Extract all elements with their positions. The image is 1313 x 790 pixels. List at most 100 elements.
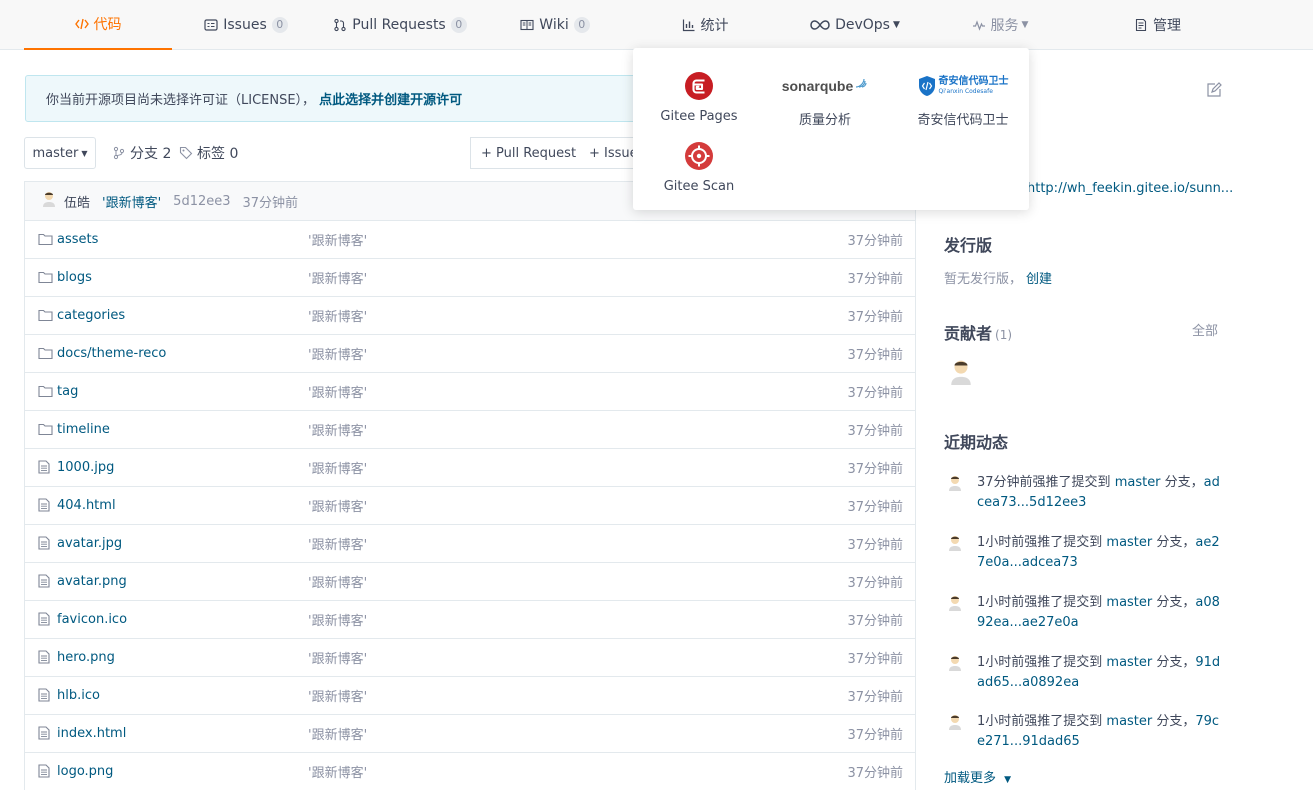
tab-wiki[interactable]: Wiki 0 [510, 0, 600, 49]
tab-label: Pull Requests [352, 16, 446, 33]
file-row[interactable]: assets '跟新博客' 37分钟前 [24, 221, 916, 259]
service-gitee-scan[interactable]: Gitee Scan [633, 138, 765, 194]
new-pull-request-button[interactable]: + Pull Request [470, 137, 588, 169]
tab-issues[interactable]: Issues 0 [196, 0, 296, 49]
commit-message[interactable]: '跟新博客' [102, 192, 161, 211]
file-row[interactable]: categories '跟新博客' 37分钟前 [24, 297, 916, 335]
load-more-label: 加载更多 [944, 771, 997, 786]
file-row[interactable]: docs/theme-reco '跟新博客' 37分钟前 [24, 335, 916, 373]
file-commit-message[interactable]: '跟新博客' [308, 420, 367, 439]
file-name[interactable]: favicon.ico [57, 612, 127, 627]
file-name[interactable]: hlb.ico [57, 688, 100, 703]
file-commit-time: 37分钟前 [847, 462, 903, 477]
load-more-link[interactable]: 加载更多 ▼ [944, 767, 1011, 786]
avatar[interactable] [42, 191, 56, 211]
file-name[interactable]: categories [57, 308, 125, 323]
avatar[interactable] [948, 535, 962, 555]
file-name[interactable]: index.html [57, 726, 126, 741]
avatar[interactable] [948, 595, 962, 615]
activity-branch-link[interactable]: master [1106, 595, 1152, 610]
file-row[interactable]: index.html '跟新博客' 37分钟前 [24, 715, 916, 753]
website-link[interactable]: http://wh_feekin.gitee.io/sunn... [1027, 181, 1233, 196]
file-row[interactable]: timeline '跟新博客' 37分钟前 [24, 411, 916, 449]
activity-mid: 分支， [1152, 655, 1196, 670]
file-commit-message[interactable]: '跟新博客' [308, 458, 367, 477]
file-commit-message[interactable]: '跟新博客' [308, 762, 367, 781]
activity-branch-link[interactable]: master [1106, 535, 1152, 550]
file-name[interactable]: tag [57, 384, 78, 399]
file-commit-time: 37分钟前 [847, 538, 903, 553]
pulse-icon [972, 18, 986, 32]
file-commit-message[interactable]: '跟新博客' [308, 572, 367, 591]
avatar[interactable] [948, 359, 974, 389]
recent-activity-heading: 近期动态 [944, 433, 1009, 452]
file-commit-message[interactable]: '跟新博客' [308, 382, 367, 401]
file-row[interactable]: avatar.jpg '跟新博客' 37分钟前 [24, 525, 916, 563]
tab-devops[interactable]: DevOps ▼ [800, 0, 910, 49]
tab-services[interactable]: 服务 ▼ [960, 0, 1040, 49]
all-contributors-link[interactable]: 全部 [1192, 320, 1218, 339]
create-release-link[interactable]: 创建 [1026, 272, 1052, 287]
file-commit-message[interactable]: '跟新博客' [308, 230, 367, 249]
folder-icon [38, 308, 53, 326]
file-commit-message[interactable]: '跟新博客' [308, 344, 367, 363]
commit-hash[interactable]: 5d12ee3 [173, 194, 230, 209]
branches-link[interactable]: 分支 2 [112, 137, 171, 169]
file-commit-message[interactable]: '跟新博客' [308, 496, 367, 515]
file-row[interactable]: hlb.ico '跟新博客' 37分钟前 [24, 677, 916, 715]
edit-icon[interactable] [1206, 82, 1222, 102]
file-row[interactable]: avatar.png '跟新博客' 37分钟前 [24, 563, 916, 601]
commit-author[interactable]: 伍皓 [64, 192, 90, 211]
branch-select[interactable]: master ▼ [24, 137, 96, 169]
service-sonarqube[interactable]: sonarqube 质量分析 [759, 68, 891, 128]
activity-branch-link[interactable]: master [1106, 714, 1152, 729]
file-commit-time: 37分钟前 [847, 424, 903, 439]
file-commit-message[interactable]: '跟新博客' [308, 648, 367, 667]
file-commit-message[interactable]: '跟新博客' [308, 534, 367, 553]
file-name[interactable]: timeline [57, 422, 110, 437]
activity-text: 1小时前强推了提交到 master 分支，a0892ea...ae27e0a [977, 593, 1227, 633]
activity-branch-link[interactable]: master [1115, 475, 1161, 490]
activity-branch-link[interactable]: master [1106, 655, 1152, 670]
avatar[interactable] [948, 475, 962, 495]
file-name[interactable]: logo.png [57, 764, 113, 779]
release-empty-label: 暂无发行版， [944, 272, 1023, 287]
avatar[interactable] [948, 655, 962, 675]
file-row[interactable]: 1000.jpg '跟新博客' 37分钟前 [24, 449, 916, 487]
file-commit-message[interactable]: '跟新博客' [308, 686, 367, 705]
file-commit-message[interactable]: '跟新博客' [308, 724, 367, 743]
service-qianxin-codesafe[interactable]: 奇安信代码卫士 Qi'anxin Codesafe 奇安信代码卫士 [897, 68, 1029, 128]
avatar[interactable] [948, 714, 962, 734]
file-name[interactable]: docs/theme-reco [57, 346, 166, 361]
file-row[interactable]: logo.png '跟新博客' 37分钟前 [24, 753, 916, 790]
pull-request-icon [333, 18, 347, 32]
file-commit-message[interactable]: '跟新博客' [308, 268, 367, 287]
activity-prefix: 1小时前强推了提交到 [977, 714, 1107, 729]
tab-stats[interactable]: 统计 [670, 0, 740, 49]
tab-pull-requests[interactable]: Pull Requests 0 [330, 0, 470, 49]
file-commit-time: 37分钟前 [847, 576, 903, 591]
file-commit-message[interactable]: '跟新博客' [308, 306, 367, 325]
file-row[interactable]: blogs '跟新博客' 37分钟前 [24, 259, 916, 297]
file-name[interactable]: assets [57, 232, 98, 247]
file-commit-message[interactable]: '跟新博客' [308, 610, 367, 629]
file-row[interactable]: hero.png '跟新博客' 37分钟前 [24, 639, 916, 677]
file-row[interactable]: 404.html '跟新博客' 37分钟前 [24, 487, 916, 525]
file-name[interactable]: 404.html [57, 498, 116, 513]
service-gitee-pages[interactable]: Gitee Pages [633, 68, 765, 124]
file-name[interactable]: hero.png [57, 650, 115, 665]
commit-time: 37分钟前 [242, 195, 299, 211]
file-row[interactable]: favicon.ico '跟新博客' 37分钟前 [24, 601, 916, 639]
activity-mid: 分支， [1152, 535, 1196, 550]
file-name[interactable]: avatar.png [57, 574, 127, 589]
tags-link[interactable]: 标签 0 [179, 137, 238, 169]
file-name[interactable]: blogs [57, 270, 92, 285]
file-commit-time: 37分钟前 [847, 234, 903, 249]
folder-icon [38, 270, 53, 288]
file-name[interactable]: 1000.jpg [57, 460, 114, 475]
file-name[interactable]: avatar.jpg [57, 536, 122, 551]
tab-code[interactable]: 代码 [24, 0, 172, 50]
file-row[interactable]: tag '跟新博客' 37分钟前 [24, 373, 916, 411]
create-license-link[interactable]: 点此选择并创建开源许可 [319, 89, 462, 108]
tab-manage[interactable]: 管理 [1115, 0, 1200, 49]
